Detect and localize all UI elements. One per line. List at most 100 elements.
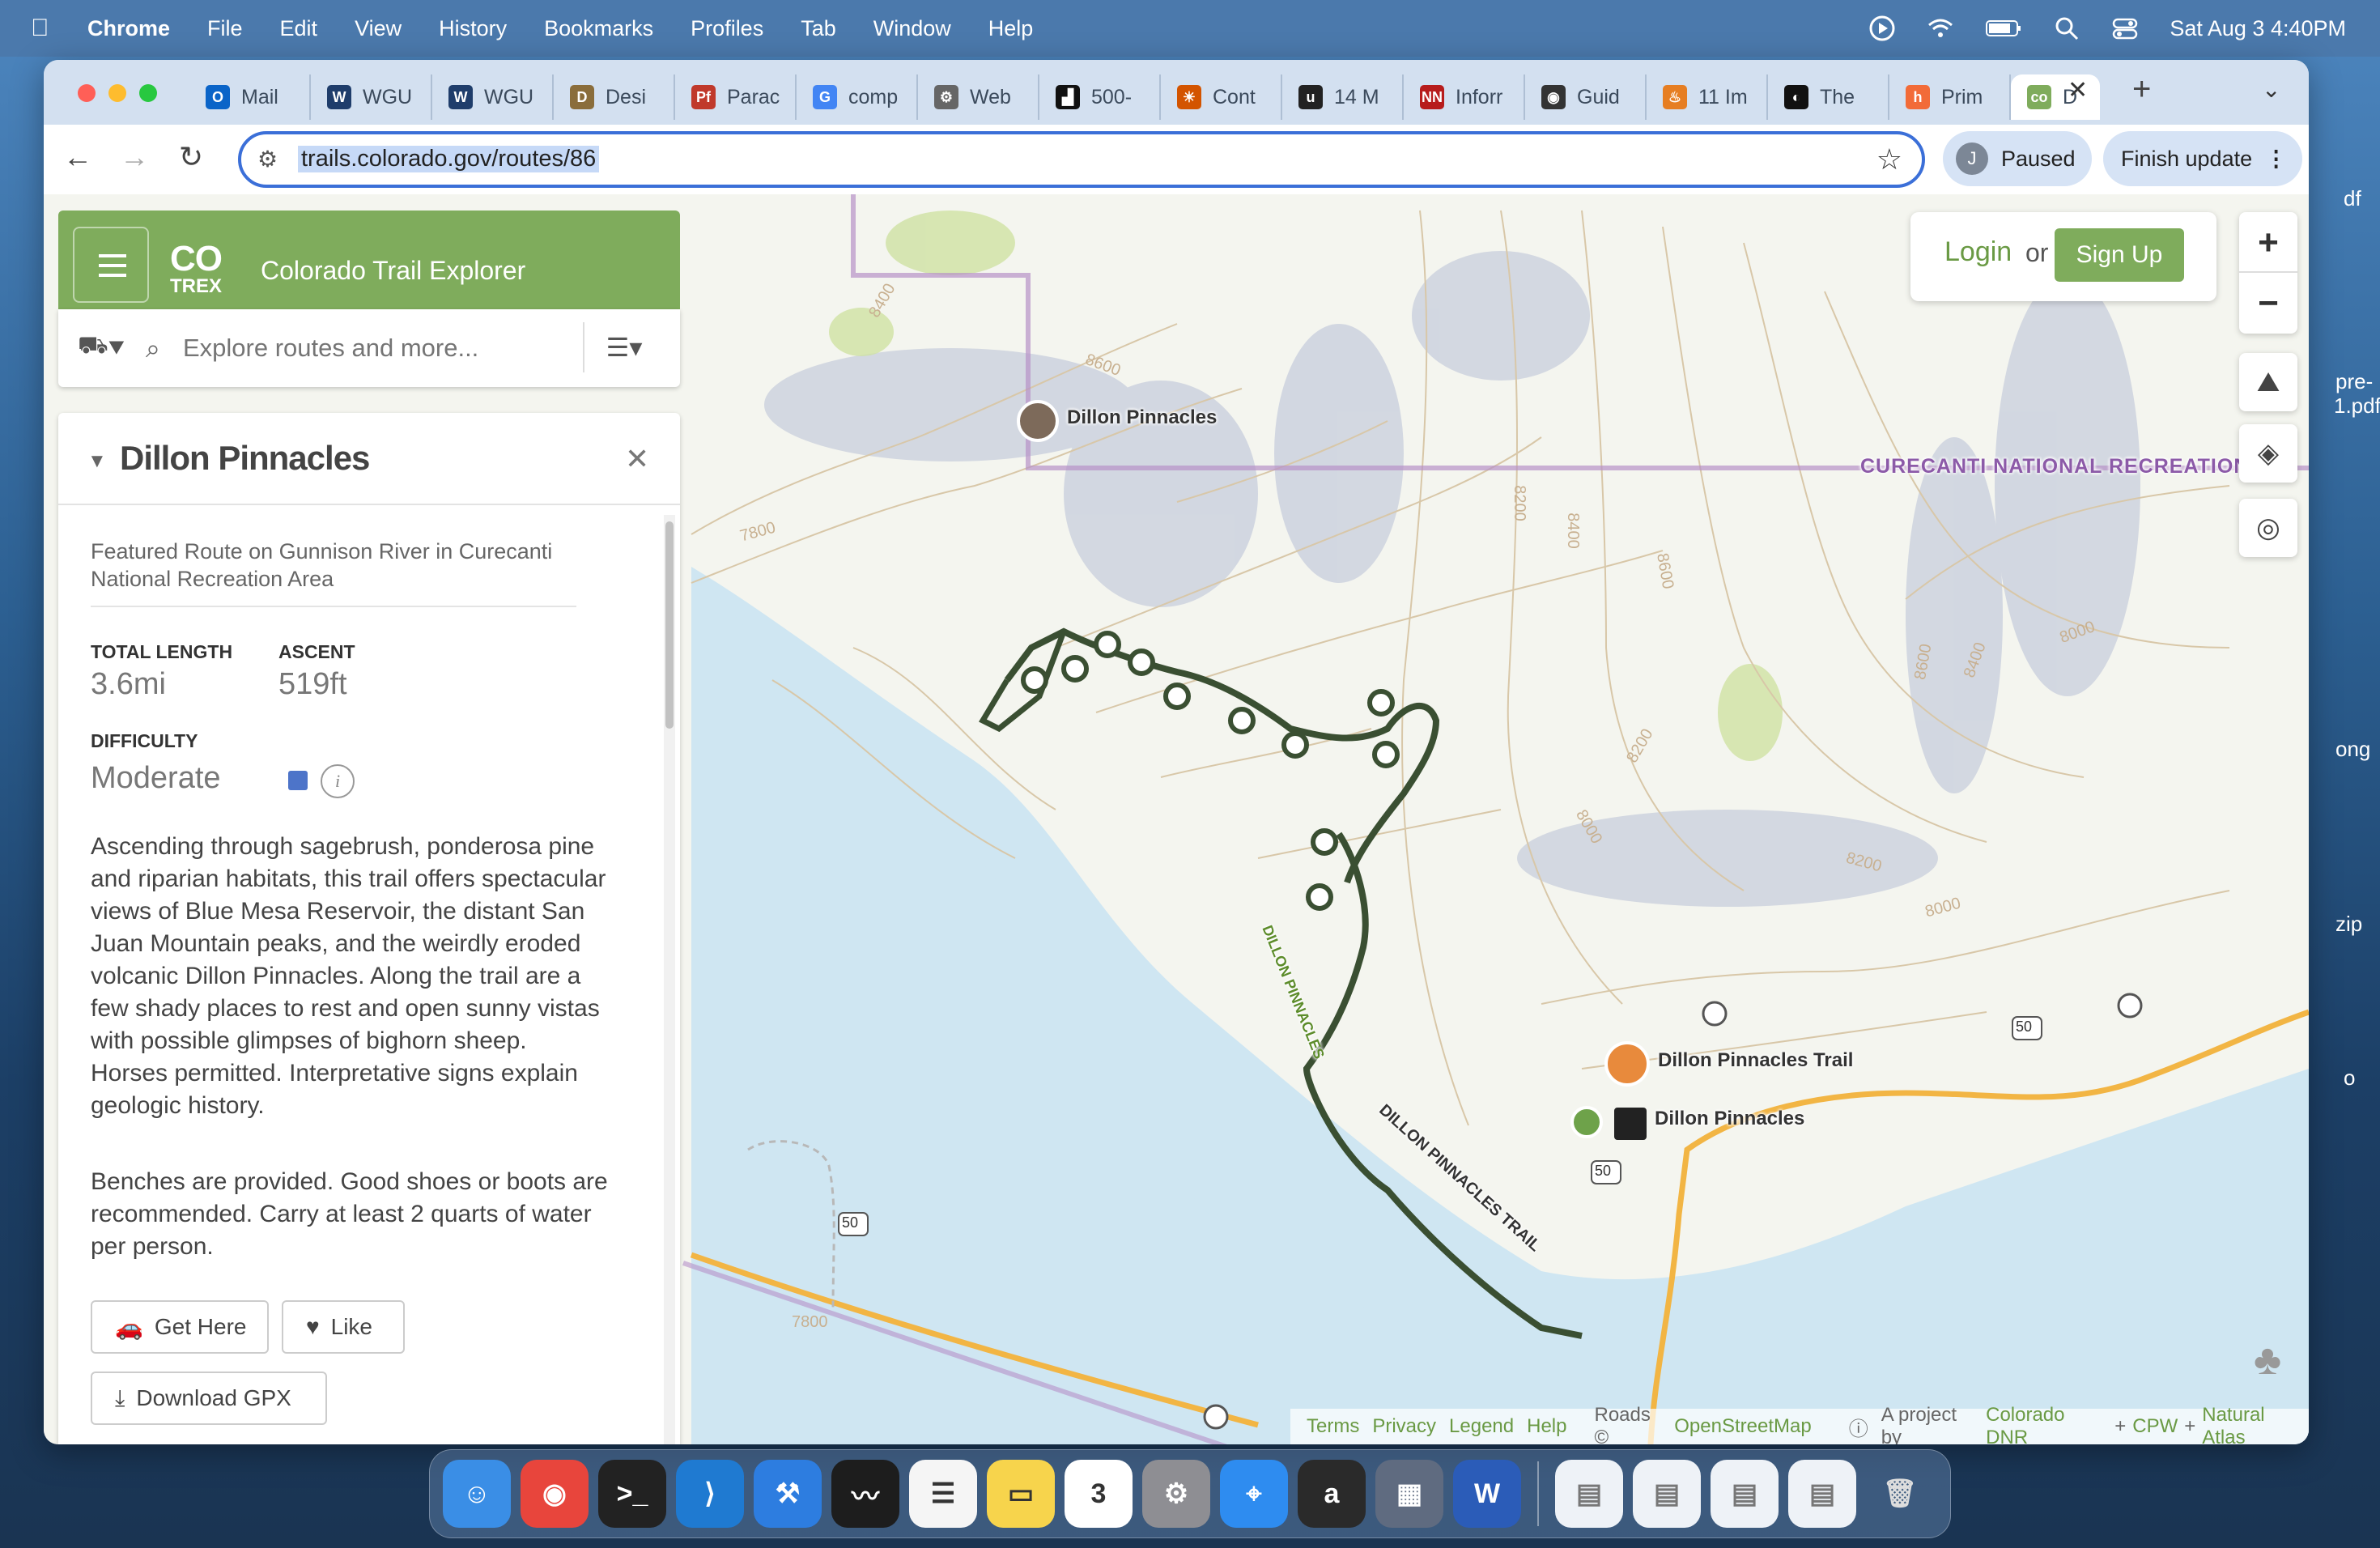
- desktop-file-label[interactable]: ong: [2335, 737, 2370, 762]
- hamburger-menu-button[interactable]: [73, 227, 149, 303]
- app-icon[interactable]: a: [1298, 1460, 1366, 1528]
- poi-pin-top[interactable]: [1017, 400, 1059, 442]
- terms-link[interactable]: Terms: [1307, 1415, 1359, 1438]
- play-icon[interactable]: [1868, 15, 1896, 42]
- terminal-icon[interactable]: >_: [598, 1460, 666, 1528]
- cpw-link[interactable]: CPW: [2132, 1415, 2178, 1438]
- help-link[interactable]: Help: [1527, 1415, 1566, 1438]
- reload-button[interactable]: ↻: [175, 141, 207, 173]
- browser-tab[interactable]: ▟ 500-: [1039, 74, 1161, 120]
- menu-file[interactable]: File: [207, 16, 243, 41]
- menu-profiles[interactable]: Profiles: [691, 16, 763, 41]
- desktop-file-label[interactable]: pre-: [2335, 369, 2373, 394]
- browser-tab[interactable]: Pf Parac: [675, 74, 797, 120]
- site-settings-icon[interactable]: ⚙: [257, 146, 278, 172]
- kebab-menu-icon[interactable]: ⋮: [2265, 147, 2287, 172]
- menu-bookmarks[interactable]: Bookmarks: [544, 16, 653, 41]
- menu-tab[interactable]: Tab: [801, 16, 836, 41]
- menu-edit[interactable]: Edit: [280, 16, 318, 41]
- browser-tab[interactable]: D Desi: [554, 74, 675, 120]
- word-icon[interactable]: W: [1453, 1460, 1521, 1528]
- desktop-file-label[interactable]: df: [2344, 186, 2361, 211]
- document-icon[interactable]: ▤: [1555, 1460, 1623, 1528]
- document-icon[interactable]: ▤: [1788, 1460, 1856, 1528]
- browser-tab[interactable]: NN Inforr: [1404, 74, 1525, 120]
- browser-tab[interactable]: h Prim: [1889, 74, 2011, 120]
- get-here-button[interactable]: 🚗 Get Here: [91, 1300, 269, 1354]
- launchpad-icon[interactable]: ▦: [1375, 1460, 1443, 1528]
- browser-tab[interactable]: O Mail: [189, 74, 311, 120]
- login-link[interactable]: Login: [1944, 236, 2012, 268]
- trash-icon[interactable]: 🗑: [1866, 1460, 1934, 1528]
- locate-me-icon[interactable]: ◎: [2239, 499, 2297, 557]
- menubar-datetime[interactable]: Sat Aug 3 4:40PM: [2170, 16, 2346, 41]
- search-input[interactable]: [175, 327, 563, 369]
- menu-help[interactable]: Help: [988, 16, 1034, 41]
- address-bar[interactable]: ⚙ trails.colorado.gov/routes/86 ☆: [238, 131, 1925, 188]
- zoom-in-button[interactable]: +: [2239, 212, 2297, 273]
- legend-link[interactable]: Legend: [1449, 1415, 1514, 1438]
- profile-button[interactable]: J Paused: [1943, 131, 2092, 186]
- layers-icon[interactable]: ◈: [2239, 424, 2297, 483]
- camera-viewpoint-3[interactable]: [1203, 1404, 1229, 1430]
- forward-button[interactable]: →: [118, 141, 151, 173]
- vscode-icon[interactable]: ⟩: [676, 1460, 744, 1528]
- minimize-window-button[interactable]: [108, 84, 126, 102]
- document-icon[interactable]: ▤: [1633, 1460, 1701, 1528]
- apple-icon[interactable]: : [31, 15, 63, 42]
- colorado-dnr-link[interactable]: Colorado DNR: [1986, 1404, 2108, 1444]
- finish-update-button[interactable]: Finish update ⋮: [2103, 131, 2302, 186]
- browser-tab[interactable]: u 14 M: [1282, 74, 1404, 120]
- zoom-window-button[interactable]: [139, 84, 157, 102]
- desktop-file-label[interactable]: o: [2344, 1065, 2355, 1091]
- bookmark-star-icon[interactable]: ☆: [1876, 142, 1902, 176]
- calendar-icon[interactable]: 3: [1065, 1460, 1133, 1528]
- map-canvas[interactable]: Dillon Pinnacles Dillon Pinnacles Trail …: [44, 194, 2309, 1444]
- new-tab-button[interactable]: +: [2132, 71, 2151, 108]
- close-window-button[interactable]: [78, 84, 96, 102]
- safari-icon[interactable]: ⌖: [1220, 1460, 1288, 1528]
- finder-icon[interactable]: ☺: [443, 1460, 511, 1528]
- control-center-icon[interactable]: [2111, 15, 2139, 42]
- notes-icon[interactable]: ▭: [987, 1460, 1055, 1528]
- spotlight-search-icon[interactable]: [2053, 15, 2080, 42]
- menu-view[interactable]: View: [355, 16, 402, 41]
- browser-tab[interactable]: ☀ Cont: [1161, 74, 1282, 120]
- address-url[interactable]: trails.colorado.gov/routes/86: [298, 146, 600, 172]
- cotrex-logo[interactable]: CO TREX: [170, 241, 223, 296]
- map-label-pinnacles-south[interactable]: Dillon Pinnacles: [1655, 1108, 1804, 1130]
- reminders-icon[interactable]: ☰: [909, 1460, 977, 1528]
- activity-filter-icon[interactable]: ⛟▾: [78, 332, 125, 363]
- browser-tab[interactable]: Gcomp: [797, 74, 918, 120]
- xcode-icon[interactable]: ⚒: [754, 1460, 822, 1528]
- scrollbar-thumb[interactable]: [665, 521, 674, 729]
- camera-viewpoint-1[interactable]: [2117, 993, 2143, 1019]
- sign-up-button[interactable]: Sign Up: [2055, 228, 2184, 282]
- close-icon[interactable]: ✕: [625, 442, 649, 476]
- zoom-out-button[interactable]: −: [2239, 273, 2297, 334]
- back-button[interactable]: ←: [62, 141, 94, 173]
- desktop-file-label[interactable]: zip: [2335, 912, 2362, 937]
- hiker-sign[interactable]: [1614, 1108, 1647, 1140]
- start-star-pin[interactable]: [1570, 1106, 1603, 1138]
- browser-tab[interactable]: ♨ 11 Im: [1647, 74, 1768, 120]
- activity-monitor-icon[interactable]: 〰: [831, 1460, 899, 1528]
- natural-atlas-link[interactable]: Natural Atlas: [2202, 1404, 2309, 1444]
- menu-window[interactable]: Window: [873, 16, 951, 41]
- terrain-mountain-icon[interactable]: ⛰: [2239, 353, 2297, 411]
- info-icon[interactable]: i: [321, 764, 355, 798]
- chrome-icon[interactable]: ◉: [521, 1460, 589, 1528]
- tab-close-icon[interactable]: ✕: [2068, 76, 2088, 104]
- browser-tab[interactable]: ⚙ Web: [918, 74, 1039, 120]
- like-button[interactable]: ♥ Like: [282, 1300, 405, 1354]
- camera-viewpoint-2[interactable]: [1702, 1001, 1728, 1027]
- browser-tab[interactable]: W WGU: [311, 74, 432, 120]
- browser-tab[interactable]: W WGU: [432, 74, 554, 120]
- download-gpx-button[interactable]: ⤓ Download GPX: [91, 1372, 327, 1425]
- collapse-caret-icon[interactable]: ▼: [87, 450, 107, 473]
- filter-settings-button[interactable]: ☰▾: [583, 322, 664, 372]
- battery-icon[interactable]: [1985, 15, 2022, 42]
- tab-search-chevron-icon[interactable]: ⌄: [2262, 76, 2280, 103]
- browser-tab[interactable]: ◉ Guid: [1525, 74, 1647, 120]
- system-settings-icon[interactable]: ⚙: [1142, 1460, 1210, 1528]
